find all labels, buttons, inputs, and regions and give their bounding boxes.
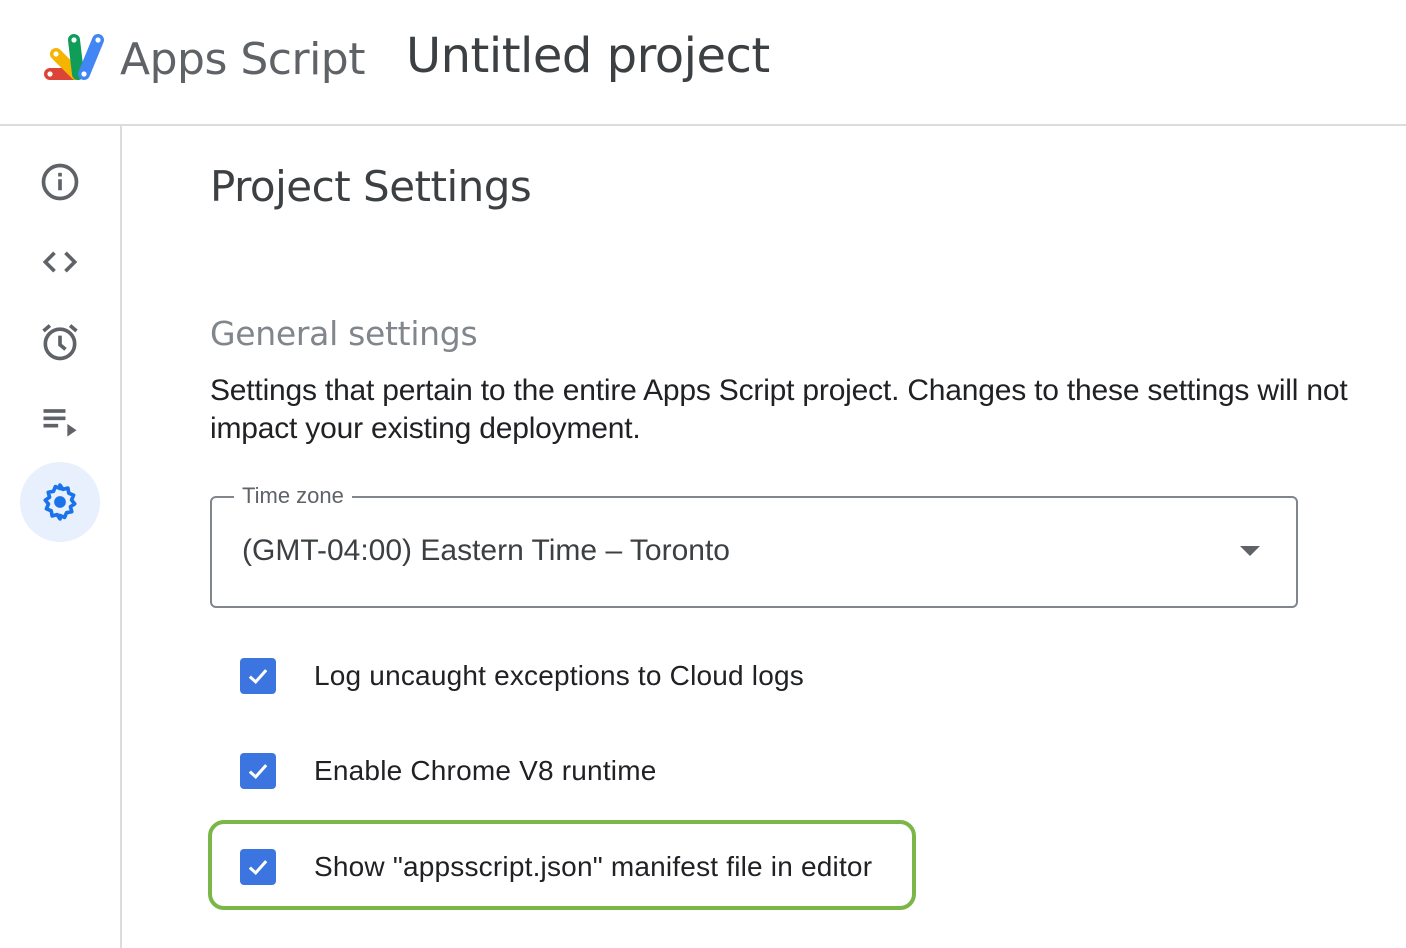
checkmark-icon <box>248 764 268 779</box>
sidebar-item-overview[interactable] <box>20 142 100 222</box>
sidebar-item-executions[interactable] <box>20 382 100 462</box>
time-zone-select[interactable]: Time zone (GMT-04:00) Eastern Time – Tor… <box>210 482 1298 608</box>
log-exceptions-option[interactable]: Log uncaught exceptions to Cloud logs <box>240 656 804 696</box>
settings-panel: Project Settings General settings Settin… <box>208 126 1406 948</box>
show-manifest-option[interactable]: Show "appsscript.json" manifest file in … <box>240 847 872 887</box>
sidebar-item-project-settings[interactable] <box>20 462 100 542</box>
app-name: Apps Script <box>120 34 366 85</box>
v8-runtime-option[interactable]: Enable Chrome V8 runtime <box>240 751 657 791</box>
v8-runtime-checkbox[interactable] <box>240 753 276 789</box>
sidebar-item-editor[interactable] <box>20 222 100 302</box>
info-icon <box>41 163 79 201</box>
show-manifest-checkbox[interactable] <box>240 849 276 885</box>
dropdown-arrow-icon[interactable] <box>1240 546 1260 556</box>
log-exceptions-checkbox[interactable] <box>240 658 276 694</box>
playlist-play-icon <box>43 409 77 437</box>
alarm-clock-icon <box>42 324 78 361</box>
apps-script-logo <box>44 34 104 80</box>
log-exceptions-label: Log uncaught exceptions to Cloud logs <box>314 660 804 691</box>
section-title: General settings <box>210 314 478 353</box>
checkmark-icon <box>248 860 268 875</box>
checkmark-icon <box>248 669 268 684</box>
time-zone-value: (GMT-04:00) Eastern Time – Toronto <box>242 534 730 567</box>
gear-icon <box>43 483 77 521</box>
sidebar <box>0 126 122 948</box>
page-title: Project Settings <box>210 162 532 211</box>
time-zone-label: Time zone <box>234 482 352 510</box>
section-description: Settings that pertain to the entire Apps… <box>210 374 1348 445</box>
v8-runtime-label: Enable Chrome V8 runtime <box>314 755 657 786</box>
project-title[interactable]: Untitled project <box>406 28 770 84</box>
top-header: Apps Script Untitled project <box>0 0 1406 126</box>
code-icon <box>42 251 78 273</box>
show-manifest-label: Show "appsscript.json" manifest file in … <box>314 851 873 882</box>
sidebar-item-triggers[interactable] <box>20 302 100 382</box>
